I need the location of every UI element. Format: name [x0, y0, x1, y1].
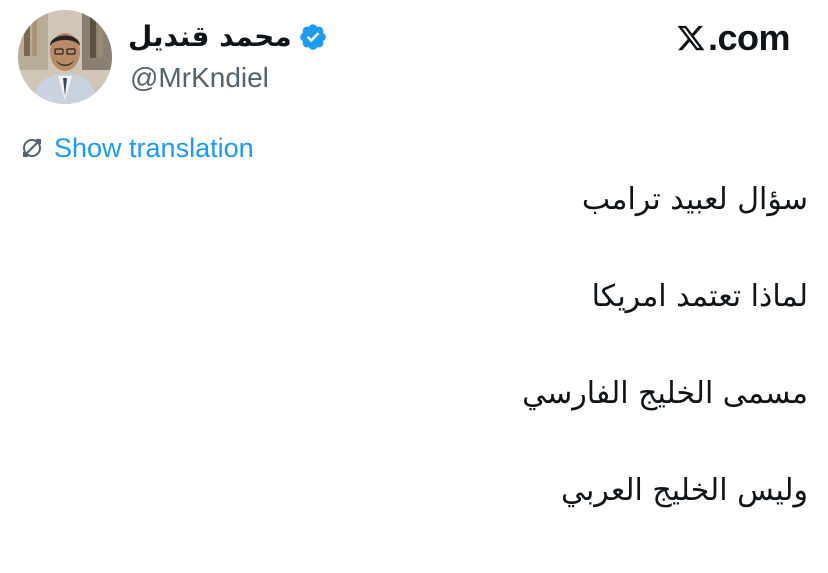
author-name-row: محمد قنديل: [128, 16, 328, 58]
user-avatar-photo: [18, 10, 112, 104]
avatar[interactable]: [18, 10, 112, 104]
verified-badge-icon: [298, 22, 328, 52]
translate-icon: [20, 136, 44, 160]
tweet-line: وليس الخليج العربي: [560, 473, 808, 508]
tweet-line: لماذا تعتمد امريكا: [591, 279, 808, 314]
show-translation-button[interactable]: Show translation: [20, 130, 254, 166]
x-brand: .com: [676, 16, 791, 60]
brand-domain-text: .com: [707, 17, 791, 58]
tweet-text: سؤال لعبيد ترامب لماذا تعتمد امريكا مسمى…: [48, 170, 808, 558]
author-display-name[interactable]: محمد قنديل: [128, 16, 292, 58]
tweet-line: مسمى الخليج الفارسي: [522, 376, 808, 411]
show-translation-label: Show translation: [54, 133, 254, 163]
x-logo-icon: [676, 23, 706, 53]
tweet-header: محمد قنديل @MrKndiel .com: [0, 0, 828, 120]
author-handle[interactable]: @MrKndiel: [130, 60, 269, 96]
tweet-line: سؤال لعبيد ترامب: [581, 182, 808, 217]
